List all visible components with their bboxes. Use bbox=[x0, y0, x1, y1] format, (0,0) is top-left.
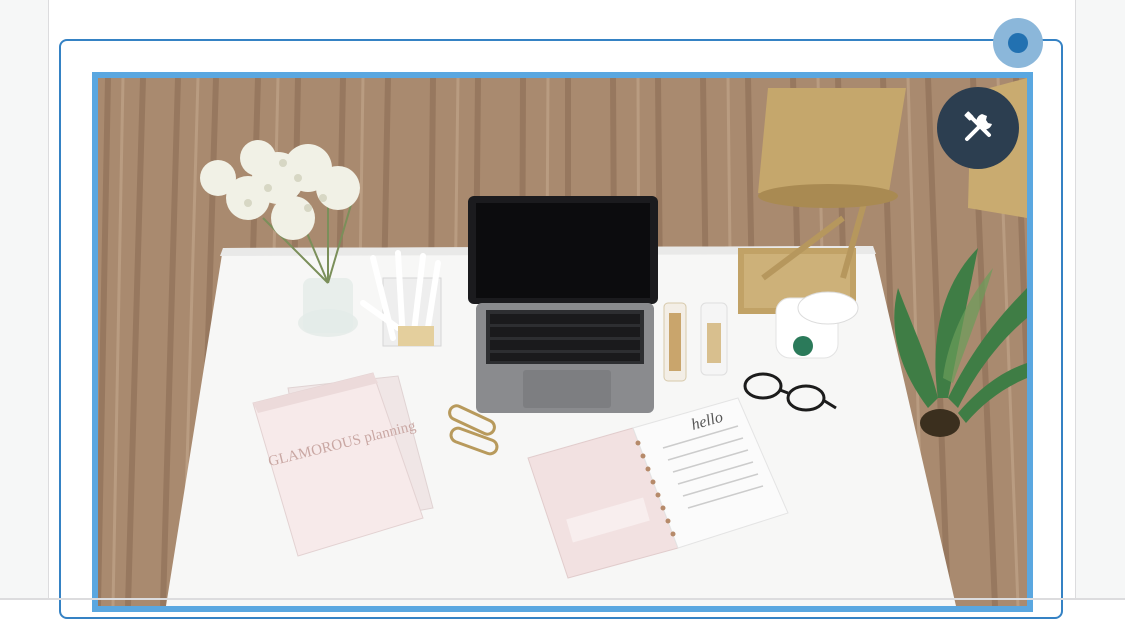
editor-left-gutter bbox=[0, 0, 49, 600]
desk-photo: GLAMOROUS planning hello bbox=[98, 78, 1027, 606]
wrench-screwdriver-icon bbox=[964, 111, 992, 141]
editor-right-gutter bbox=[1075, 0, 1125, 600]
drag-handle[interactable] bbox=[993, 18, 1043, 68]
image-tools-button[interactable] bbox=[937, 87, 1019, 169]
image-block[interactable]: GLAMOROUS planning hello bbox=[92, 72, 1033, 612]
move-handle-icon bbox=[1008, 33, 1028, 53]
